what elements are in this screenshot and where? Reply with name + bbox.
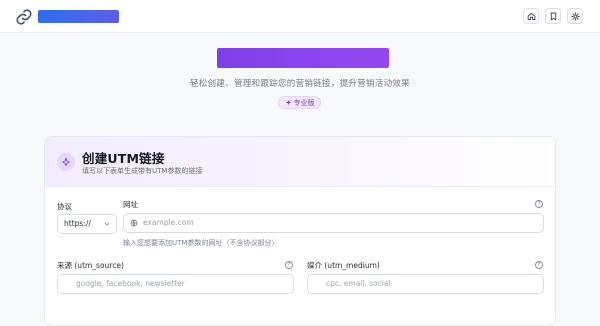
medium-label: 媒介 (utm_medium) (307, 261, 380, 270)
globe-icon (130, 219, 138, 227)
bookmark-button[interactable] (545, 8, 561, 24)
sparkle-icon (62, 157, 70, 167)
home-button[interactable] (523, 8, 539, 24)
hero-title-banner (217, 48, 389, 68)
pro-badge: 专业版 (278, 96, 321, 109)
source-input[interactable]: google, facebook, newsletter (57, 274, 294, 294)
url-input[interactable]: example.com (123, 213, 544, 233)
help-icon[interactable]: ? (535, 200, 543, 208)
brand-logo[interactable] (38, 10, 119, 23)
sun-icon (570, 11, 580, 21)
url-hint: 输入您想要添加UTM参数的网址（不含协议部分） (123, 239, 279, 247)
url-label: 网址 (123, 200, 138, 209)
home-icon (527, 12, 535, 20)
source-placeholder: google, facebook, newsletter (76, 279, 185, 288)
bookmark-icon (550, 12, 556, 20)
utm-form-card: 创建UTM链接 填写以下表单生成带有UTM参数的链接 协议 https:// 网… (44, 136, 556, 326)
link-icon[interactable] (15, 8, 33, 26)
pro-badge-label: 专业版 (293, 98, 315, 107)
url-placeholder: example.com (143, 218, 194, 227)
hero-subtitle: 轻松创建、管理和跟踪您的营销链接，提升营销活动效果 (189, 79, 410, 89)
protocol-label: 协议 (57, 202, 72, 211)
help-icon[interactable]: ? (285, 261, 293, 269)
card-description: 填写以下表单生成带有UTM参数的链接 (82, 167, 203, 175)
top-bar (0, 0, 600, 33)
card-title: 创建UTM链接 (82, 151, 165, 166)
protocol-select[interactable]: https:// (57, 214, 117, 234)
sparkle-icon (285, 99, 291, 106)
source-label: 来源 (utm_source) (57, 261, 124, 270)
theme-toggle-button[interactable] (567, 8, 583, 24)
header-icon-wrapper (57, 153, 75, 171)
chevron-down-icon (104, 222, 110, 226)
card-header: 创建UTM链接 填写以下表单生成带有UTM参数的链接 (45, 137, 555, 187)
help-icon[interactable]: ? (535, 261, 543, 269)
medium-input[interactable]: cpc, email, social (307, 274, 544, 294)
medium-placeholder: cpc, email, social (326, 279, 391, 288)
protocol-value: https:// (64, 219, 91, 228)
